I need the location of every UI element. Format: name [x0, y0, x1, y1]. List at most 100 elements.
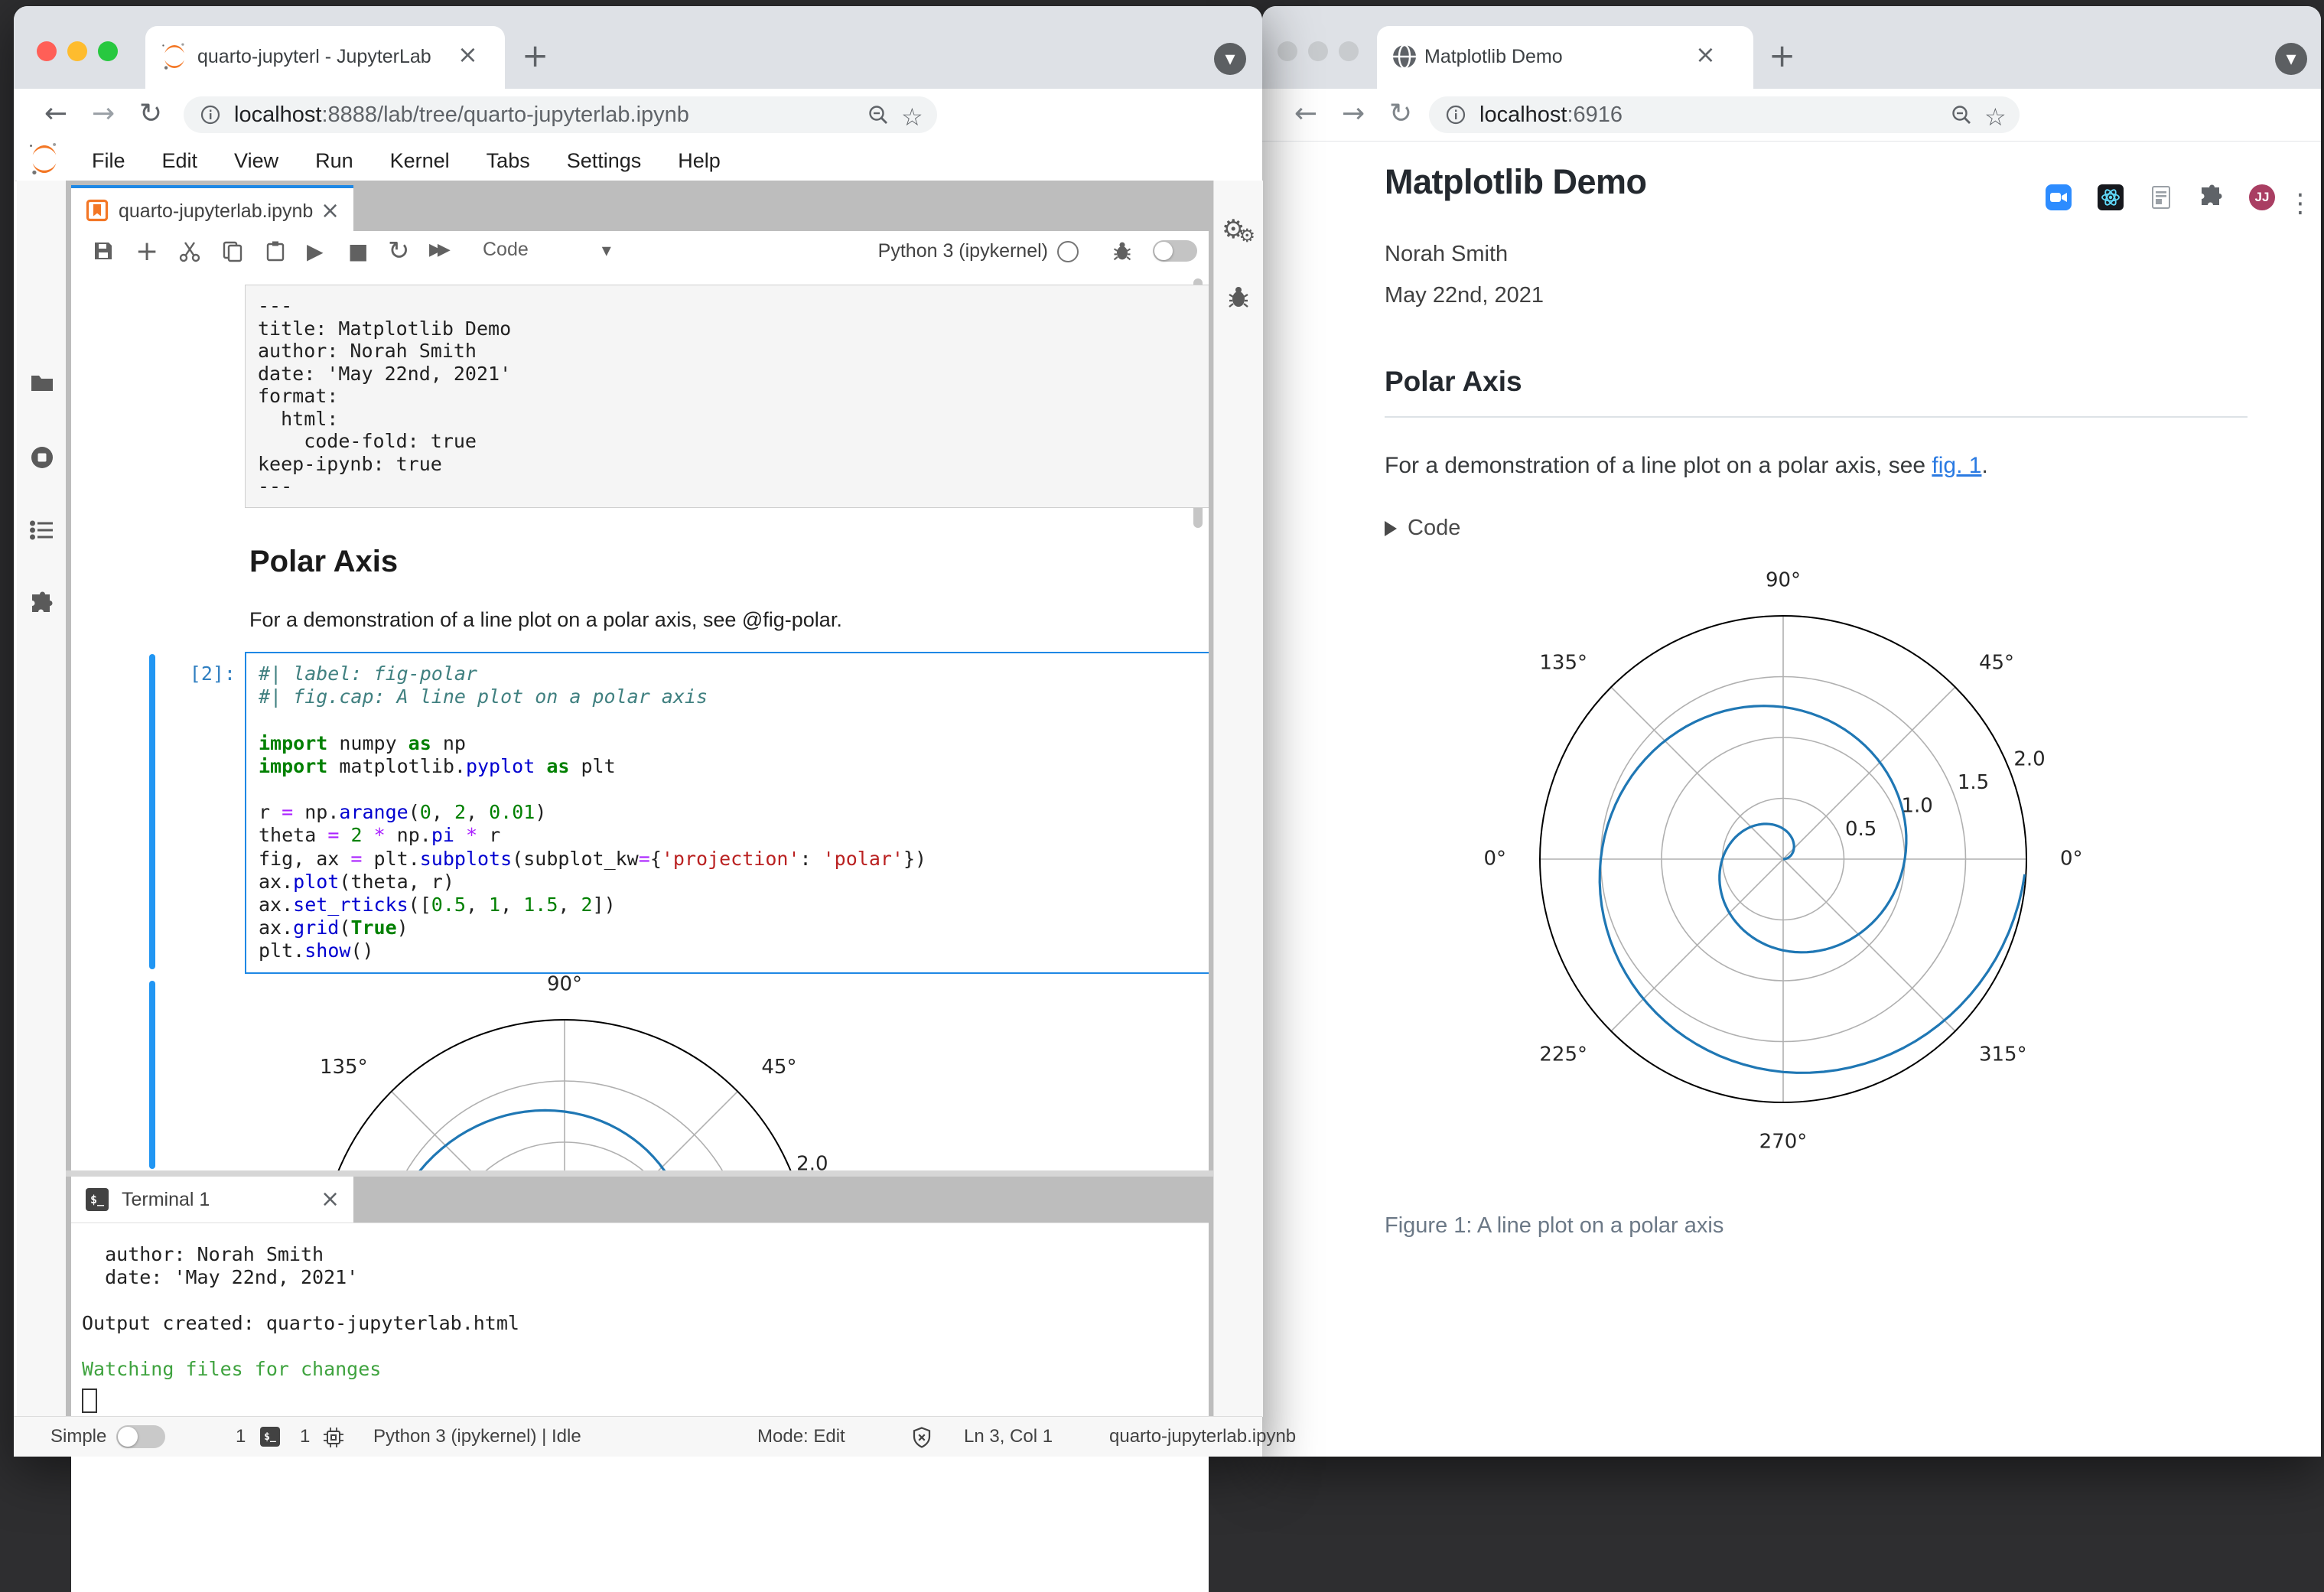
- cell-type-value: Code: [483, 239, 529, 260]
- terminal-dock-tab[interactable]: $_ Terminal 1 ×: [71, 1177, 353, 1222]
- execution-prompt: [2]:: [189, 663, 236, 685]
- article-paragraph: For a demonstration of a line plot on a …: [1385, 453, 1988, 478]
- run-cell-icon[interactable]: ▶: [307, 239, 324, 264]
- svg-text:0°: 0°: [2060, 848, 2082, 871]
- svg-text:2.0: 2.0: [796, 1153, 828, 1170]
- bookmark-star-icon[interactable]: ☆: [1984, 103, 2007, 132]
- back-icon[interactable]: ←: [1294, 98, 1317, 129]
- run-all-icon[interactable]: ▶▶: [429, 240, 451, 259]
- zoom-out-page-icon[interactable]: [867, 104, 889, 129]
- tab-search-button[interactable]: ▾: [1214, 43, 1246, 75]
- save-icon[interactable]: [93, 240, 114, 265]
- browser-tab[interactable]: Matplotlib Demo ×: [1377, 26, 1753, 89]
- kernel-name-label[interactable]: Python 3 (ipykernel): [878, 240, 1048, 262]
- browser-menu-icon[interactable]: ⋮: [2287, 188, 2313, 219]
- terminal-body[interactable]: author: Norah Smith date: 'May 22nd, 202…: [71, 1222, 1209, 1592]
- debugger-bug-icon[interactable]: [1226, 285, 1251, 313]
- code-fold-label: Code: [1408, 516, 1461, 540]
- menu-item[interactable]: Help: [659, 149, 739, 172]
- copy-cells-icon[interactable]: [221, 239, 244, 266]
- tab-strip: quarto-jupyterl - JupyterLab × + ▾: [14, 6, 1262, 89]
- back-icon[interactable]: ←: [44, 98, 67, 129]
- cell-collapser[interactable]: [149, 654, 155, 969]
- stop-kernel-icon[interactable]: ■: [348, 239, 368, 264]
- code-cell-editor[interactable]: #| label: fig-polar #| fig.cap: A line pl…: [245, 652, 1209, 974]
- svg-text:135°: 135°: [320, 1056, 368, 1079]
- maximize-window-button[interactable]: [1339, 41, 1359, 61]
- close-tab-icon[interactable]: ×: [457, 40, 478, 69]
- menu-item[interactable]: Kernel: [372, 149, 468, 172]
- yaml-raw-cell[interactable]: --- title: Matplotlib Demo author: Norah S…: [245, 285, 1209, 508]
- kernel-status-text[interactable]: Python 3 (ipykernel) | Idle: [373, 1417, 581, 1457]
- terminal-count-icon[interactable]: $_: [260, 1427, 280, 1447]
- new-tab-button[interactable]: +: [522, 37, 548, 74]
- url-host: localhost: [234, 102, 322, 127]
- maximize-window-button[interactable]: [98, 41, 118, 61]
- reload-icon[interactable]: ↻: [139, 98, 162, 129]
- menu-item[interactable]: View: [216, 149, 297, 172]
- browser-tab[interactable]: quarto-jupyterl - JupyterLab ×: [145, 26, 505, 89]
- cursor-position[interactable]: Ln 3, Col 1: [964, 1417, 1053, 1457]
- notebook-toolbar: + ▶ ■ ↻ ▶▶ Code ▾ Python 3 (ipykernel): [71, 231, 1209, 272]
- site-info-icon[interactable]: [1446, 105, 1466, 129]
- forward-icon[interactable]: →: [92, 98, 115, 129]
- article-author: Norah Smith: [1385, 242, 1509, 266]
- forward-icon[interactable]: →: [1342, 98, 1365, 129]
- notebook-content: --- title: Matplotlib Demo author: Norah S…: [71, 271, 1209, 1170]
- extension-manager-icon[interactable]: [29, 591, 55, 621]
- tab-search-button[interactable]: ▾: [2275, 43, 2307, 75]
- debugger-bug-icon[interactable]: [1112, 240, 1133, 265]
- restart-kernel-icon[interactable]: ↻: [388, 236, 410, 266]
- minimize-window-button[interactable]: [67, 41, 87, 61]
- add-cell-icon[interactable]: +: [135, 236, 158, 267]
- property-inspector-gear-icon[interactable]: ⚙ ⚙: [1222, 213, 1255, 246]
- minimize-window-button[interactable]: [1308, 41, 1328, 61]
- zoom-out-page-icon[interactable]: [1951, 104, 1972, 129]
- menu-item[interactable]: Edit: [144, 149, 216, 172]
- cell-type-select[interactable]: Code ▾: [483, 239, 611, 261]
- reload-icon[interactable]: ↻: [1389, 98, 1412, 129]
- svg-text:1.0: 1.0: [1901, 794, 1932, 817]
- site-info-icon[interactable]: [200, 105, 220, 129]
- collaborative-toggle[interactable]: [1153, 240, 1197, 262]
- menu-item[interactable]: Tabs: [468, 149, 548, 172]
- url-path: :8888/lab/tree/quarto-jupyterlab.ipynb: [321, 102, 689, 127]
- browser-window-preview: Matplotlib Demo × + ▾ ← → ↻ localhost:69…: [1262, 6, 2321, 1457]
- menu-item[interactable]: Settings: [548, 149, 660, 172]
- dock-splitter[interactable]: [66, 1170, 1213, 1177]
- running-kernels-icon[interactable]: [29, 444, 55, 474]
- notebook-dock-tab[interactable]: quarto-jupyterlab.ipynb ×: [71, 185, 353, 234]
- mode-indicator: Mode: Edit: [757, 1426, 845, 1447]
- url-bar[interactable]: localhost:6916 ☆: [1429, 96, 2020, 133]
- simple-mode-toggle[interactable]: [116, 1425, 165, 1448]
- close-tab-icon[interactable]: ×: [321, 197, 340, 224]
- close-window-button[interactable]: [1278, 41, 1297, 61]
- code-fold-toggle[interactable]: Code: [1385, 516, 1460, 541]
- kernel-chip-icon[interactable]: [323, 1427, 344, 1452]
- kernel-status-icon: [1057, 241, 1079, 262]
- url-bar[interactable]: localhost:8888/lab/tree/quarto-jupyterla…: [184, 96, 937, 133]
- svg-text:90°: 90°: [1766, 569, 1801, 592]
- paste-cells-icon[interactable]: [264, 239, 287, 266]
- close-tab-icon[interactable]: ×: [1695, 40, 1716, 69]
- new-tab-button[interactable]: +: [1769, 37, 1795, 74]
- file-browser-icon[interactable]: [29, 370, 55, 400]
- jupyterlab-menubar: File Edit View Run Kernel Tabs Settings Help: [14, 141, 1262, 181]
- svg-text:270°: 270°: [1759, 1131, 1808, 1154]
- figure-link[interactable]: fig. 1: [1932, 453, 1981, 478]
- url-host: localhost: [1479, 102, 1567, 127]
- article-date: May 22nd, 2021: [1385, 283, 1544, 308]
- right-sidebar-strip: ⚙ ⚙: [1213, 181, 1263, 1417]
- table-of-contents-icon[interactable]: [29, 517, 55, 547]
- close-window-button[interactable]: [37, 41, 57, 61]
- svg-text:225°: 225°: [1539, 1043, 1587, 1066]
- cut-cells-icon[interactable]: [178, 240, 201, 267]
- output-collapser[interactable]: [149, 981, 155, 1169]
- svg-text:180°: 180°: [1485, 848, 1506, 871]
- jupyter-logo: [26, 141, 63, 181]
- svg-text:45°: 45°: [761, 1056, 796, 1079]
- close-tab-icon[interactable]: ×: [321, 1186, 340, 1213]
- menu-item[interactable]: File: [73, 149, 144, 172]
- bookmark-star-icon[interactable]: ☆: [901, 103, 923, 132]
- menu-item[interactable]: Run: [297, 149, 372, 172]
